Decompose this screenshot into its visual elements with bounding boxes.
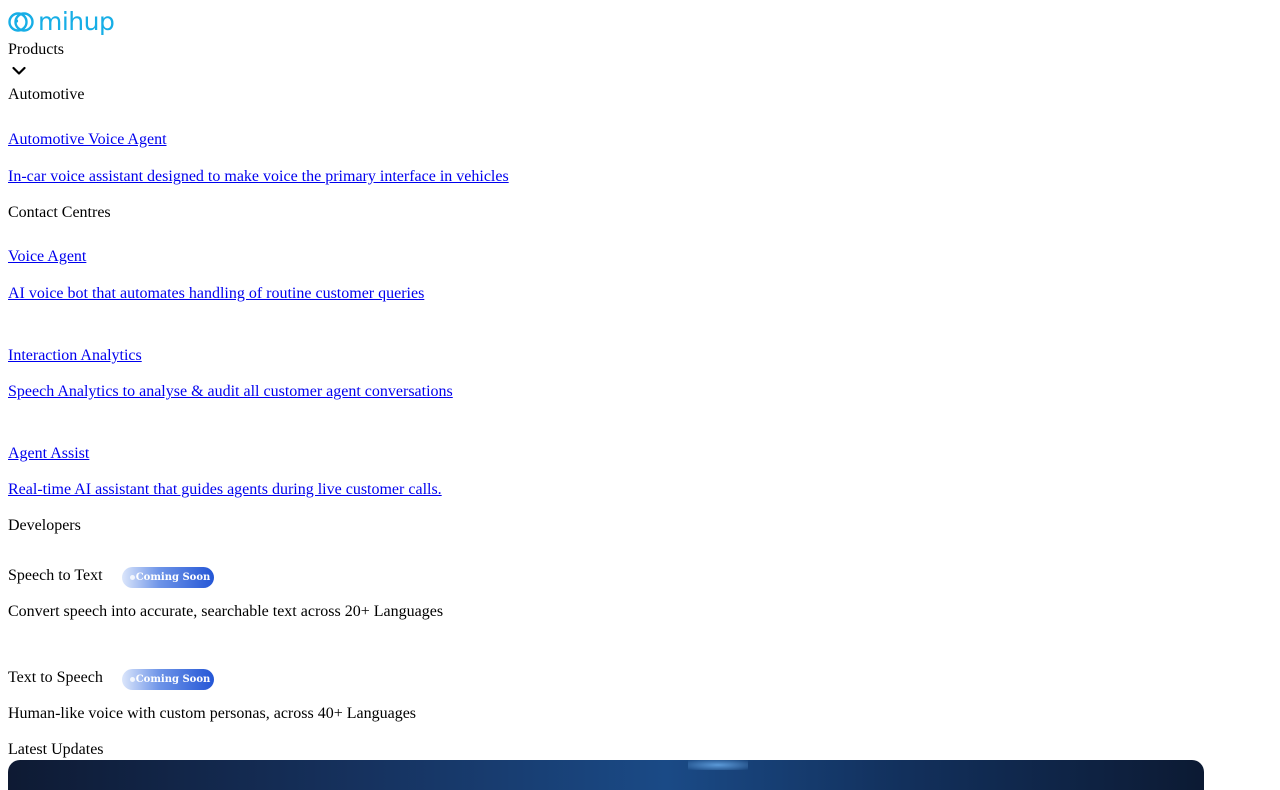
mihup-logo-icon (8, 12, 34, 32)
automotive-voice-agent-link[interactable]: Automotive Voice Agent (8, 130, 167, 150)
chevron-down-icon[interactable] (12, 66, 26, 76)
brand-name: mihup (38, 7, 115, 36)
interaction-analytics-description-link[interactable]: Speech Analytics to analyse & audit all … (8, 382, 453, 402)
section-heading-latest-updates: Latest Updates (8, 741, 104, 758)
text-to-speech-description: Human-like voice with custom personas, a… (8, 705, 417, 722)
coming-soon-badge: Coming Soon (122, 669, 214, 690)
badge-label: Coming Soon (135, 572, 211, 583)
banner-glow (688, 760, 748, 770)
latest-updates-banner-image[interactable] (8, 760, 1204, 790)
voice-agent-description-link[interactable]: AI voice bot that automates handling of … (8, 284, 424, 304)
speech-to-text-description: Convert speech into accurate, searchable… (8, 603, 444, 620)
voice-agent-link[interactable]: Voice Agent (8, 247, 86, 267)
badge-dot-icon (130, 677, 135, 682)
badge-dot-icon (130, 575, 135, 580)
section-heading-contact-centres: Contact Centres (8, 204, 111, 221)
text-to-speech-title[interactable]: Text to Speech (8, 668, 103, 688)
products-menu-label[interactable]: Products (8, 40, 64, 60)
coming-soon-badge: Coming Soon (122, 567, 214, 588)
section-heading-developers: Developers (8, 517, 81, 534)
mihup-logo[interactable]: mihup (8, 7, 115, 36)
badge-label: Coming Soon (135, 674, 211, 685)
speech-to-text-title[interactable]: Speech to Text (8, 566, 103, 586)
agent-assist-link[interactable]: Agent Assist (8, 444, 89, 464)
section-heading-automotive: Automotive (8, 86, 85, 103)
automotive-voice-agent-description-link[interactable]: In-car voice assistant designed to make … (8, 167, 509, 187)
interaction-analytics-link[interactable]: Interaction Analytics (8, 346, 142, 366)
agent-assist-description-link[interactable]: Real-time AI assistant that guides agent… (8, 480, 442, 500)
